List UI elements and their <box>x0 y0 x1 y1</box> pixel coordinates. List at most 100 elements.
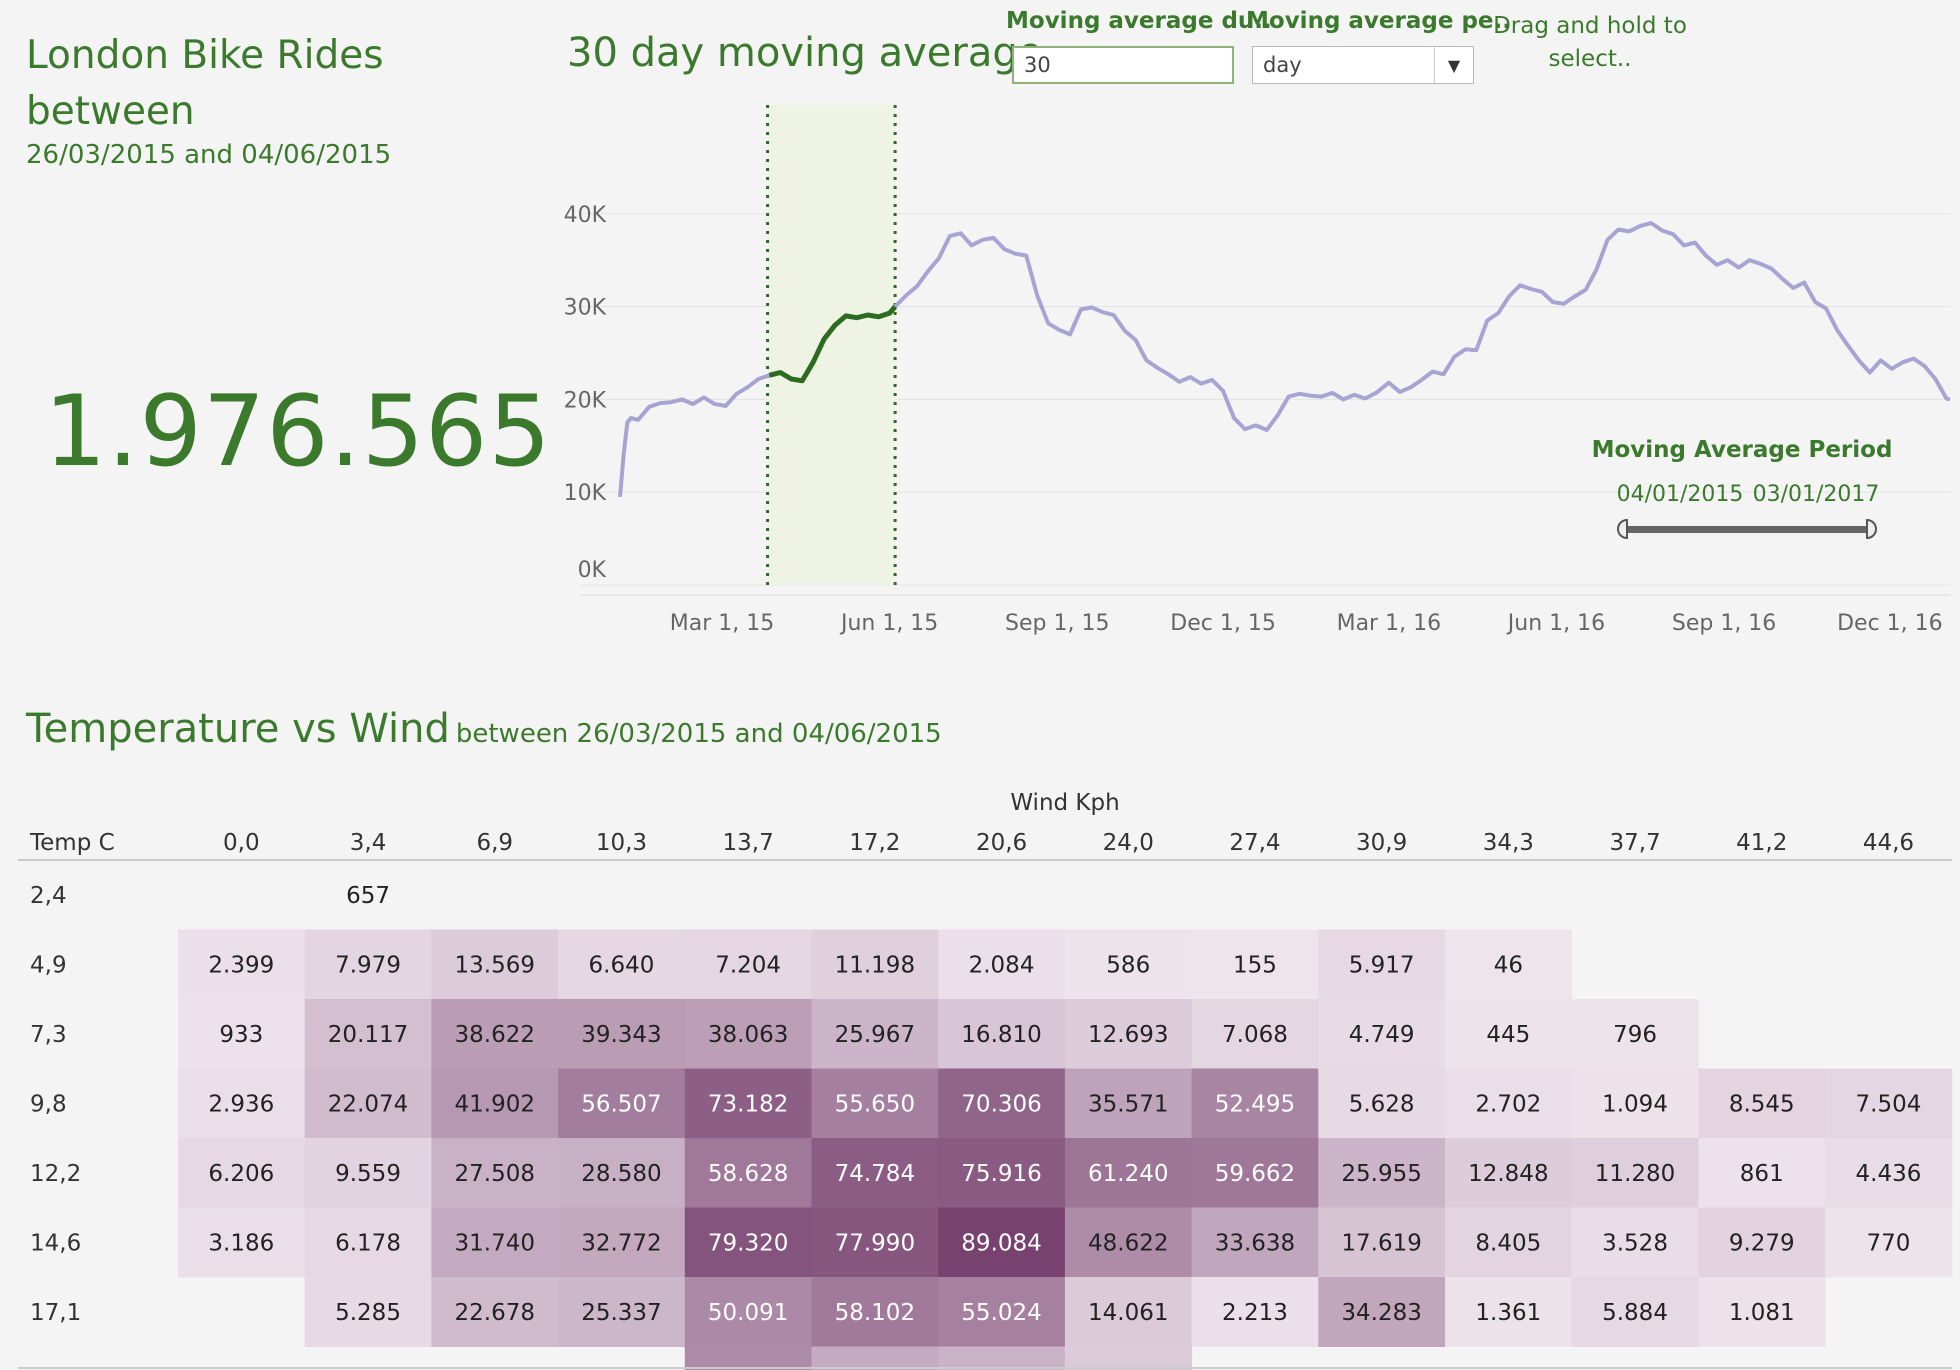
cell-value: 586 <box>1106 952 1150 978</box>
ma-duration-input[interactable] <box>1012 46 1234 84</box>
heatmap-cell[interactable] <box>684 1346 812 1370</box>
cell-value: 25.337 <box>581 1300 661 1326</box>
ma-duration-label: Moving average du.. <box>1006 8 1272 34</box>
cell-value: 25.955 <box>1341 1161 1421 1187</box>
row-header: 17,1 <box>30 1300 81 1326</box>
cell-value: 7.204 <box>715 952 781 978</box>
cell-value: 58.102 <box>835 1300 915 1326</box>
slider-track[interactable] <box>1622 526 1872 533</box>
heatmap-cell[interactable] <box>938 1346 1066 1370</box>
cell-value: 33.638 <box>1215 1230 1295 1256</box>
cell-value: 79.320 <box>708 1230 788 1256</box>
row-header: 7,3 <box>30 1022 67 1048</box>
cell-value: 6.640 <box>589 952 655 978</box>
column-header: 27,4 <box>1229 830 1280 856</box>
cell-value: 445 <box>1486 1022 1530 1048</box>
y-tick-label: 20K <box>564 388 607 413</box>
cell-value: 657 <box>346 883 390 909</box>
column-header: 34,3 <box>1483 830 1534 856</box>
cell-value: 11.198 <box>835 952 915 978</box>
x-tick-label: Sep 1, 15 <box>1005 611 1109 636</box>
row-header: 14,6 <box>30 1230 81 1256</box>
x-axis: Mar 1, 15 Jun 1, 15 Sep 1, 15 Dec 1, 15 Mar … <box>670 611 1943 636</box>
slider-end-handle[interactable] <box>1866 518 1877 540</box>
x-tick-label: Dec 1, 15 <box>1170 611 1276 636</box>
cell-value: 27.508 <box>455 1161 535 1187</box>
heatmap-subtitle: between 26/03/2015 and 04/06/2015 <box>455 719 942 749</box>
cell-value: 56.507 <box>581 1091 661 1117</box>
cell-value: 52.495 <box>1215 1091 1295 1117</box>
cell-value: 2.213 <box>1222 1300 1288 1326</box>
heatmap-cell[interactable] <box>811 1346 939 1370</box>
column-header: 24,0 <box>1103 830 1154 856</box>
moving-average-chart[interactable]: 0K 10K 20K 30K 40K Mar 1, 15 Jun 1, 15 Sep 1, … <box>540 95 1960 655</box>
slider-start-handle[interactable] <box>1617 518 1628 540</box>
cell-value: 55.650 <box>835 1091 915 1117</box>
cell-value: 13.569 <box>455 952 535 978</box>
column-header: 10,3 <box>596 830 647 856</box>
ma-period-select[interactable]: day ▼ <box>1252 46 1474 84</box>
cell-value: 1.094 <box>1602 1091 1668 1117</box>
cell-value: 5.884 <box>1602 1300 1668 1326</box>
cell-value: 9.559 <box>335 1161 401 1187</box>
column-header: 3,4 <box>350 830 387 856</box>
cell-value: 12.693 <box>1088 1022 1168 1048</box>
cell-value: 59.662 <box>1215 1161 1295 1187</box>
ma-period-value: day <box>1263 53 1302 77</box>
cell-value: 7.068 <box>1222 1022 1288 1048</box>
x-tick-label: Jun 1, 16 <box>1506 611 1605 636</box>
cell-value: 39.343 <box>581 1022 661 1048</box>
slider-start-label: 04/01/2015 <box>1617 482 1744 507</box>
selection-area[interactable] <box>767 105 896 585</box>
y-tick-label: 10K <box>564 481 607 506</box>
cell-value: 11.280 <box>1595 1161 1675 1187</box>
cell-value: 7.979 <box>335 952 401 978</box>
drag-hint: Drag and hold to select.. <box>1493 13 1687 72</box>
cell-value: 5.628 <box>1349 1091 1415 1117</box>
y-axis: 0K 10K 20K 30K 40K <box>564 203 607 583</box>
column-header: 6,9 <box>476 830 513 856</box>
row-header: 4,9 <box>30 952 67 978</box>
cell-value: 28.580 <box>581 1161 661 1187</box>
row-header: 12,2 <box>30 1161 81 1187</box>
heatmap-cell[interactable] <box>1064 1346 1193 1370</box>
cell-value: 2.084 <box>969 952 1035 978</box>
cell-value: 48.622 <box>1088 1230 1168 1256</box>
row-header: 9,8 <box>30 1091 67 1117</box>
cell-value: 61.240 <box>1088 1161 1168 1187</box>
cell-value: 75.916 <box>961 1161 1041 1187</box>
cell-value: 14.061 <box>1088 1300 1168 1326</box>
cell-value: 55.024 <box>961 1300 1041 1326</box>
slider-title: Moving Average Period <box>1592 437 1893 463</box>
column-header: 0,0 <box>223 830 260 856</box>
selection-band[interactable] <box>766 105 897 585</box>
cell-value: 22.678 <box>455 1300 535 1326</box>
cell-value: 17.619 <box>1341 1230 1421 1256</box>
column-header: 44,6 <box>1863 830 1914 856</box>
line-chart-title: 30 day moving average <box>567 30 1043 76</box>
y-tick-label: 40K <box>564 203 607 228</box>
cell-value: 22.074 <box>328 1091 408 1117</box>
x-tick-label: Sep 1, 16 <box>1672 611 1776 636</box>
cell-value: 38.063 <box>708 1022 788 1048</box>
temperature-wind-heatmap[interactable]: Wind Kph Temp C 0,0 3,4 6,9 10,3 13,7 17,2 20,6 2… <box>0 780 1960 1370</box>
cell-value: 4.436 <box>1856 1161 1922 1187</box>
y-tick-label: 0K <box>578 558 607 583</box>
heatmap-cells <box>178 929 1953 1370</box>
cell-value: 1.361 <box>1475 1300 1541 1326</box>
cell-value: 77.990 <box>835 1230 915 1256</box>
cell-value: 8.405 <box>1475 1230 1541 1256</box>
cell-value: 31.740 <box>455 1230 535 1256</box>
cell-value: 89.084 <box>961 1230 1041 1256</box>
cell-value: 46 <box>1494 952 1523 978</box>
y-axis-title: Temp C <box>29 830 115 856</box>
cell-value: 8.545 <box>1729 1091 1795 1117</box>
cell-value: 796 <box>1613 1022 1657 1048</box>
cell-value: 5.285 <box>335 1300 401 1326</box>
x-tick-label: Mar 1, 15 <box>670 611 774 636</box>
column-header: 20,6 <box>976 830 1027 856</box>
cell-value: 4.749 <box>1349 1022 1415 1048</box>
chevron-down-icon[interactable]: ▼ <box>1434 47 1473 83</box>
cell-value: 2.702 <box>1475 1091 1541 1117</box>
cell-value: 3.186 <box>208 1230 274 1256</box>
